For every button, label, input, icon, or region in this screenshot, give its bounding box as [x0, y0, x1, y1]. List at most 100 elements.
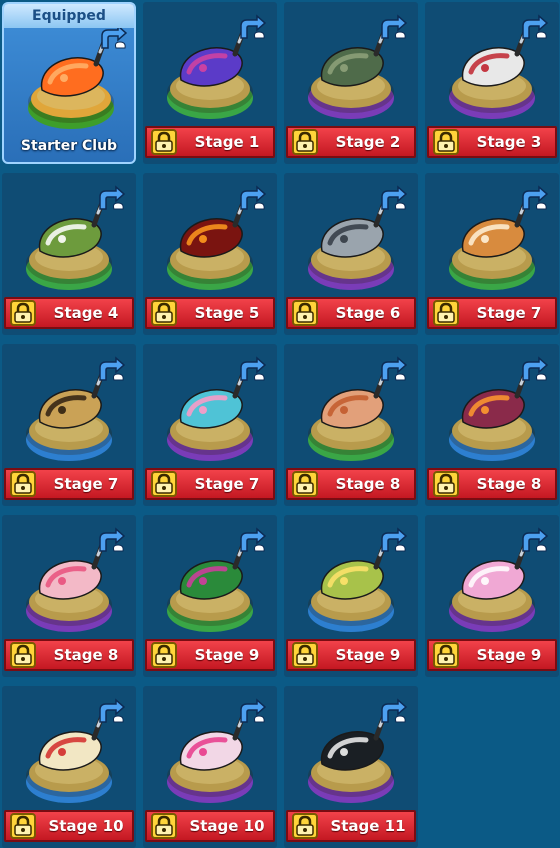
upgrade-arrow-icon — [240, 14, 267, 39]
upgrade-arrow-icon — [381, 527, 408, 552]
stage-unlock-banner: Stage 1 — [145, 126, 275, 158]
cherry-blossom-club-icon — [449, 527, 549, 632]
lock-icon — [292, 471, 318, 497]
club-tile-locked[interactable]: Stage 11 — [284, 686, 418, 848]
upgrade-arrow-icon — [522, 356, 549, 381]
club-tile-locked[interactable]: Stage 6 — [284, 173, 418, 335]
lock-icon — [151, 813, 177, 839]
stage-unlock-banner: Stage 11 — [286, 810, 416, 842]
stage-label: Stage 4 — [53, 304, 119, 322]
upgrade-arrow-icon — [99, 698, 126, 723]
stage-unlock-banner: Stage 4 — [4, 297, 134, 329]
lock-icon — [292, 300, 318, 326]
club-tile-locked[interactable]: Stage 7 — [425, 173, 559, 335]
club-tile-locked[interactable]: Stage 8 — [425, 344, 559, 506]
panda-club-icon — [308, 698, 408, 803]
lock-icon — [151, 129, 177, 155]
stage-label: Stage 5 — [194, 304, 260, 322]
upgrade-arrow-icon — [522, 14, 549, 39]
shiba-dog-club-icon — [449, 185, 549, 290]
daisy-club-icon — [26, 185, 126, 290]
stage-unlock-banner: Stage 2 — [286, 126, 416, 158]
lock-icon — [433, 471, 459, 497]
stage-label: Stage 2 — [335, 133, 401, 151]
stage-unlock-banner: Stage 6 — [286, 297, 416, 329]
honeycomb-club-icon — [308, 356, 408, 461]
equipped-badge: Equipped — [4, 4, 134, 28]
stage-label: Stage 7 — [194, 475, 260, 493]
stage-label: Stage 8 — [53, 646, 119, 664]
stage-label: Stage 3 — [476, 133, 542, 151]
stage-label: Stage 9 — [476, 646, 542, 664]
stage-label: Stage 6 — [335, 304, 401, 322]
tiger-stripe-iron-icon — [308, 185, 408, 290]
feather-club-icon — [449, 356, 549, 461]
upgrade-arrow-icon — [522, 185, 549, 210]
upgrade-arrow-icon — [240, 356, 267, 381]
flame-club-icon — [167, 185, 267, 290]
avocado-club-icon — [308, 527, 408, 632]
stage-unlock-banner: Stage 9 — [286, 639, 416, 671]
popcorn-club-icon — [26, 698, 126, 803]
stage-unlock-banner: Stage 10 — [145, 810, 275, 842]
club-tile-locked[interactable]: Stage 2 — [284, 2, 418, 164]
upgrade-arrow-icon — [99, 356, 126, 381]
club-tile-locked[interactable]: Stage 9 — [425, 515, 559, 677]
club-tile-locked[interactable]: Stage 8 — [284, 344, 418, 506]
upgrade-arrow-icon — [381, 14, 408, 39]
flamingo-club-icon — [26, 527, 126, 632]
stage-label: Stage 11 — [330, 817, 406, 835]
club-tile-locked[interactable]: Stage 7 — [143, 344, 277, 506]
masquerade-club-icon — [167, 698, 267, 803]
club-tile-locked[interactable]: Stage 9 — [284, 515, 418, 677]
stage-unlock-banner: Stage 8 — [4, 639, 134, 671]
upgrade-arrow-icon — [99, 527, 126, 552]
lock-icon — [433, 642, 459, 668]
stage-label: Stage 10 — [189, 817, 265, 835]
stage-label: Stage 8 — [335, 475, 401, 493]
stage-unlock-banner: Stage 3 — [427, 126, 557, 158]
stage-unlock-banner: Stage 8 — [286, 468, 416, 500]
club-tile-locked[interactable]: Stage 10 — [143, 686, 277, 848]
club-tile-locked[interactable]: Stage 1 — [143, 2, 277, 164]
stage-unlock-banner: Stage 8 — [427, 468, 557, 500]
stage-label: Stage 8 — [476, 475, 542, 493]
club-tile-locked[interactable]: Stage 8 — [2, 515, 136, 677]
lock-icon — [292, 129, 318, 155]
club-tile-locked[interactable]: Stage 3 — [425, 2, 559, 164]
lock-icon — [292, 813, 318, 839]
lotus-club-icon — [167, 356, 267, 461]
stage-unlock-banner: Stage 7 — [427, 297, 557, 329]
stage-label: Stage 7 — [476, 304, 542, 322]
leopard-club-icon — [26, 356, 126, 461]
stage-unlock-banner: Stage 7 — [4, 468, 134, 500]
club-name: Starter Club — [20, 138, 118, 154]
club-tile-locked[interactable]: Stage 10 — [2, 686, 136, 848]
stage-label: Stage 10 — [48, 817, 124, 835]
stage-unlock-banner: Stage 7 — [145, 468, 275, 500]
lock-icon — [10, 642, 36, 668]
stage-unlock-banner: Stage 5 — [145, 297, 275, 329]
lock-icon — [151, 471, 177, 497]
camo-club-icon — [308, 14, 408, 119]
stage-label: Stage 7 — [53, 475, 119, 493]
club-tile-locked[interactable]: Stage 4 — [2, 173, 136, 335]
club-tile-locked[interactable]: Stage 9 — [143, 515, 277, 677]
stage-unlock-banner: Stage 10 — [4, 810, 134, 842]
club-tile-equipped[interactable]: Equipped Starter Club — [2, 2, 136, 164]
stage-unlock-banner: Stage 9 — [427, 639, 557, 671]
club-grid: Equipped Starter Club Stage 1 Stage 2 Stage … — [0, 0, 560, 848]
lock-icon — [433, 129, 459, 155]
club-tile-locked[interactable]: Stage 7 — [2, 344, 136, 506]
lock-icon — [10, 471, 36, 497]
club-tile-locked[interactable]: Stage 5 — [143, 173, 277, 335]
lock-icon — [151, 642, 177, 668]
lock-icon — [10, 300, 36, 326]
upgrade-arrow-icon — [381, 185, 408, 210]
upgrade-arrow-icon — [522, 527, 549, 552]
upgrade-arrow-icon — [240, 527, 267, 552]
playing-cards-club-icon — [449, 14, 549, 119]
upgrade-arrow-icon — [240, 698, 267, 723]
lock-icon — [10, 813, 36, 839]
lock-icon — [433, 300, 459, 326]
